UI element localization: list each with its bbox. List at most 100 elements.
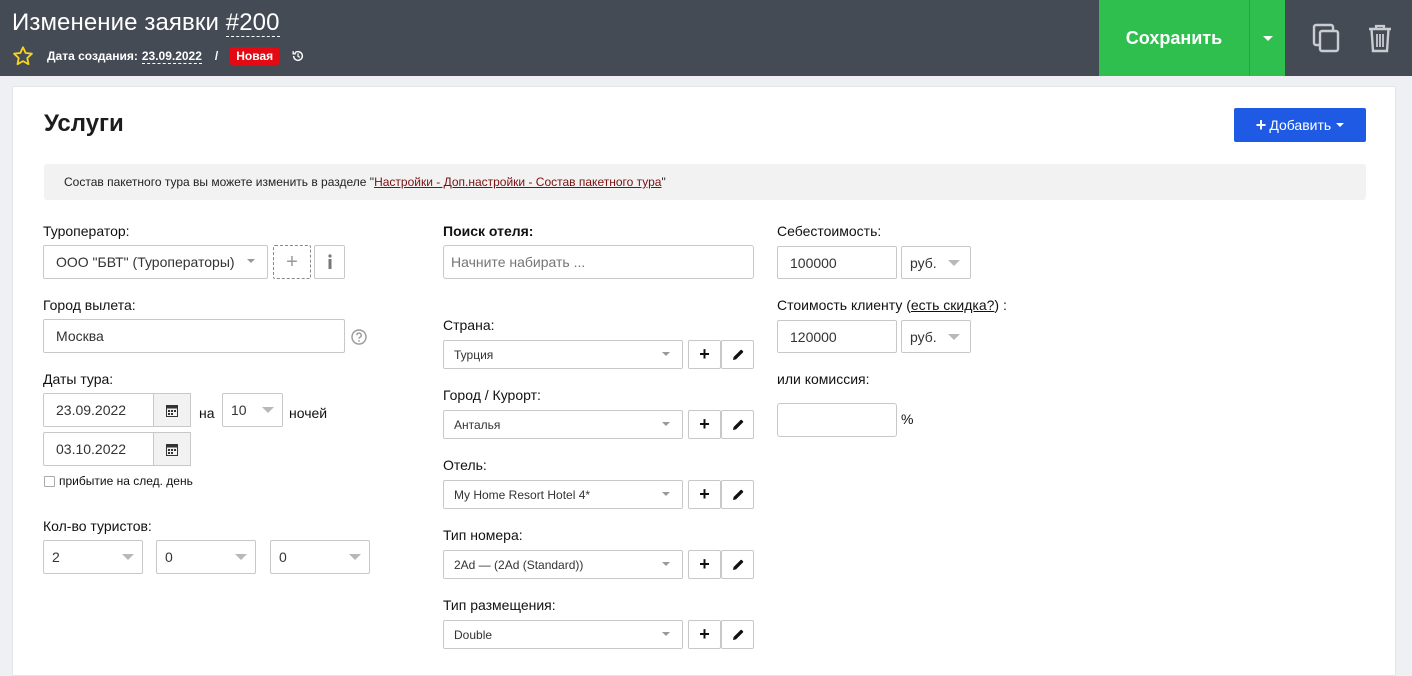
- pencil-icon: [732, 629, 743, 640]
- cost-value: 100000: [790, 254, 837, 271]
- plus-icon: +: [699, 344, 710, 364]
- page-title: Изменение заявки #200: [12, 9, 280, 37]
- country-select[interactable]: Турция: [443, 340, 683, 369]
- operator-select[interactable]: ООО "БВТ" (Туроператоры): [43, 245, 268, 279]
- status-badge[interactable]: Новая: [230, 47, 280, 65]
- adults-select[interactable]: 2: [43, 540, 143, 574]
- edit-resort-button[interactable]: [721, 410, 754, 439]
- date-from-input[interactable]: 23.09.2022: [43, 393, 154, 427]
- chevron-down-icon: [662, 421, 670, 426]
- hotel-search-input[interactable]: [443, 245, 754, 279]
- chevron-down-icon: [662, 561, 670, 566]
- chevron-down-icon: [948, 333, 960, 340]
- cost-currency-select[interactable]: руб.: [901, 246, 971, 279]
- add-hotel-button[interactable]: +: [688, 480, 721, 509]
- tourists-label: Кол-во туристов:: [43, 518, 152, 534]
- history-icon[interactable]: [291, 49, 305, 63]
- arrival-label: прибытие на след. день: [59, 474, 193, 488]
- resort-select[interactable]: Анталья: [443, 410, 683, 439]
- date-to-input[interactable]: 03.10.2022: [43, 432, 154, 466]
- plus-icon: +: [699, 624, 710, 644]
- save-dropdown-button[interactable]: [1249, 0, 1285, 76]
- children-select[interactable]: 0: [156, 540, 256, 574]
- resort-value: Анталья: [454, 417, 501, 432]
- plus-icon: +: [286, 251, 298, 273]
- hotel-select[interactable]: My Home Resort Hotel 4*: [443, 480, 683, 509]
- created-date[interactable]: 23.09.2022: [141, 49, 202, 64]
- calendar-button-from[interactable]: [154, 393, 191, 427]
- copy-icon[interactable]: [1311, 22, 1341, 54]
- client-currency-value: руб.: [910, 328, 937, 345]
- cost-input[interactable]: 100000: [777, 246, 897, 279]
- section-title: Услуги: [44, 110, 124, 137]
- add-accommodation-button[interactable]: +: [688, 620, 721, 649]
- pencil-icon: [732, 489, 743, 500]
- chevron-down-icon: [349, 554, 361, 560]
- accommodation-value: Double: [454, 627, 493, 642]
- operator-label: Туроператор:: [43, 223, 130, 239]
- chevron-down-icon: [662, 631, 670, 636]
- room-type-select[interactable]: 2Ad — (2Ad (Standard)): [443, 550, 683, 579]
- edit-accommodation-button[interactable]: [721, 620, 754, 649]
- add-operator-button[interactable]: +: [273, 245, 311, 279]
- country-value: Турция: [454, 347, 494, 362]
- client-currency-select[interactable]: руб.: [901, 320, 971, 353]
- plus-icon: +: [1255, 115, 1267, 135]
- calendar-button-to[interactable]: [154, 432, 191, 466]
- trash-icon[interactable]: [1365, 22, 1395, 54]
- discount-link[interactable]: есть скидка?: [911, 297, 995, 313]
- edit-country-button[interactable]: [721, 340, 754, 369]
- hotel-value: My Home Resort Hotel 4*: [454, 487, 591, 502]
- chevron-down-icon: [662, 491, 670, 496]
- client-price-value: 120000: [790, 328, 837, 345]
- calendar-icon: [166, 404, 178, 417]
- dates-label: Даты тура:: [43, 371, 114, 387]
- operator-value: ООО "БВТ" (Туроператоры): [56, 254, 235, 270]
- client-price-text: Стоимость клиенту (: [777, 297, 911, 313]
- chevron-down-icon: [662, 351, 670, 356]
- commission-input[interactable]: [777, 403, 897, 437]
- accommodation-select[interactable]: Double: [443, 620, 683, 649]
- edit-hotel-button[interactable]: [721, 480, 754, 509]
- chevron-down-icon: [1262, 35, 1273, 41]
- country-label: Страна:: [443, 317, 495, 333]
- services-card: Услуги + Добавить Состав пакетного тура в…: [12, 86, 1396, 676]
- arrival-next-day-checkbox[interactable]: [44, 476, 55, 487]
- infants-value: 0: [279, 549, 287, 565]
- plus-icon: +: [699, 484, 710, 504]
- adults-value: 2: [52, 549, 60, 565]
- client-price-text-end: ) :: [994, 297, 1007, 313]
- departure-city-input[interactable]: Москва: [43, 319, 345, 353]
- cost-label: Себестоимость:: [777, 223, 882, 239]
- star-icon[interactable]: [12, 45, 34, 67]
- settings-link[interactable]: Настройки - Доп.настройки - Состав пакет…: [374, 175, 661, 189]
- add-country-button[interactable]: +: [688, 340, 721, 369]
- chevron-down-icon: [1336, 123, 1345, 127]
- chevron-down-icon: [247, 259, 255, 263]
- meta-separator: /: [214, 49, 219, 63]
- plus-icon: +: [699, 414, 710, 434]
- question-icon[interactable]: [351, 329, 367, 345]
- edit-room-type-button[interactable]: [721, 550, 754, 579]
- date-from-value: 23.09.2022: [56, 402, 127, 418]
- hotel-label: Отель:: [443, 457, 487, 473]
- cost-currency-value: руб.: [910, 254, 937, 271]
- nights-value: 10: [231, 402, 247, 418]
- chevron-down-icon: [122, 554, 134, 560]
- add-room-type-button[interactable]: +: [688, 550, 721, 579]
- notice-end: ": [661, 175, 666, 189]
- save-button[interactable]: Сохранить: [1099, 0, 1249, 76]
- infants-select[interactable]: 0: [270, 540, 370, 574]
- nights-select[interactable]: 10: [222, 393, 283, 427]
- pencil-icon: [732, 419, 743, 430]
- plus-icon: +: [699, 554, 710, 574]
- order-number[interactable]: #200: [225, 9, 280, 37]
- operator-info-button[interactable]: [314, 245, 345, 279]
- add-resort-button[interactable]: +: [688, 410, 721, 439]
- date-to-value: 03.10.2022: [56, 441, 127, 457]
- add-service-button[interactable]: + Добавить: [1234, 108, 1366, 142]
- commission-label: или комиссия:: [777, 371, 870, 387]
- client-price-input[interactable]: 120000: [777, 320, 897, 353]
- children-value: 0: [165, 549, 173, 565]
- percent-sign: %: [901, 411, 914, 427]
